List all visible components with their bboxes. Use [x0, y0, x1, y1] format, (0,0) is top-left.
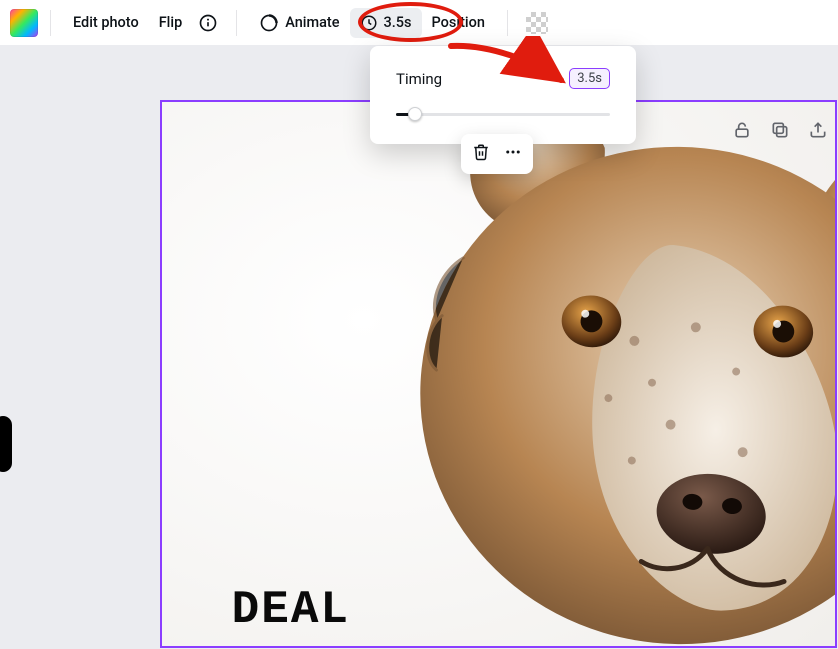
trash-icon	[472, 143, 490, 165]
slider-track	[396, 113, 610, 116]
edit-photo-button[interactable]: Edit photo	[63, 8, 149, 37]
more-horizontal-icon	[504, 143, 522, 165]
timing-slider[interactable]	[396, 107, 610, 121]
toolbar-separator	[236, 10, 237, 36]
delete-button[interactable]	[472, 145, 490, 163]
quick-actions	[730, 118, 830, 142]
color-swatch-button[interactable]	[10, 9, 38, 37]
context-toolbar: Edit photo Flip Animate 3.5s Position	[0, 0, 838, 46]
transparency-icon	[526, 12, 548, 34]
flip-button[interactable]: Flip	[149, 8, 193, 37]
meme-text-line-1: DEAL	[202, 575, 380, 646]
toolbar-separator	[507, 10, 508, 36]
left-edge-handle[interactable]	[0, 416, 12, 472]
more-button[interactable]	[504, 145, 522, 163]
edit-photo-label: Edit photo	[73, 14, 139, 31]
transparency-button[interactable]	[520, 6, 554, 40]
duplicate-icon	[770, 120, 790, 140]
clock-icon	[360, 14, 378, 32]
share-button[interactable]	[806, 118, 830, 142]
info-button[interactable]	[192, 7, 224, 39]
timing-value-label: 3.5s	[384, 14, 412, 31]
animate-button[interactable]: Animate	[249, 7, 349, 39]
duplicate-button[interactable]	[768, 118, 792, 142]
share-export-icon	[808, 120, 828, 140]
animate-label: Animate	[285, 14, 339, 31]
meme-text[interactable]: DEAL WITH IT	[202, 432, 380, 648]
element-context-bar	[461, 134, 533, 174]
timing-popover-label: Timing	[396, 70, 442, 88]
slider-thumb[interactable]	[408, 107, 422, 121]
lock-button[interactable]	[730, 118, 754, 142]
lock-open-icon	[732, 120, 752, 140]
selected-element-frame[interactable]: DEAL WITH IT	[160, 100, 837, 648]
timing-button[interactable]: 3.5s	[350, 8, 422, 38]
toolbar-separator	[50, 10, 51, 36]
animate-circle-icon	[259, 13, 279, 33]
position-label: Position	[432, 14, 485, 31]
timing-popover: Timing 3.5s	[370, 46, 636, 144]
info-icon	[198, 13, 218, 33]
flip-label: Flip	[159, 14, 183, 31]
timing-value-input[interactable]: 3.5s	[569, 68, 610, 89]
position-button[interactable]: Position	[422, 8, 495, 37]
